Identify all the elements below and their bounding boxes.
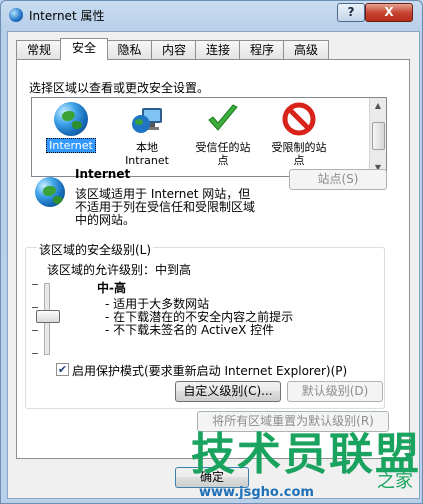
intranet-icon (132, 108, 162, 133)
zone-globe-icon (35, 177, 65, 207)
protected-mode-label[interactable]: 启用保护模式(要求重新启动 Internet Explorer)(P) (72, 362, 347, 379)
tab-advanced[interactable]: 高级 (283, 40, 329, 59)
tab-general[interactable]: 常规 (16, 40, 62, 59)
zone-trusted-label: 受信任的站 点 (195, 141, 251, 167)
zone-trusted-sites[interactable]: 受信任的站 点 (184, 100, 262, 167)
allowed-levels-text: 该区域的允许级别：中到高 (47, 263, 192, 277)
default-level-button[interactable]: 默认级别(D) (287, 381, 383, 402)
zone-internet[interactable]: Internet (32, 100, 110, 153)
zone-list: Internet 本地 Intranet 受信任的站 点 受限制的站 点 ▲ ▼ (31, 97, 387, 177)
window-title: Internet 属性 (29, 9, 105, 23)
tab-content[interactable]: 内容 (151, 40, 197, 59)
watermark-url: www.jsgho.com (199, 485, 314, 500)
zone-intranet-label: 本地 Intranet (125, 141, 169, 167)
tab-connections[interactable]: 连接 (195, 40, 241, 59)
zone-restricted-label: 受限制的站 点 (271, 141, 327, 167)
close-button[interactable]: X (365, 3, 413, 22)
internet-globe-icon (9, 8, 23, 22)
protected-mode-checkbox[interactable]: ✔ (56, 363, 69, 376)
restricted-icon (282, 102, 316, 136)
zone-info-title: Internet (75, 167, 131, 181)
scroll-up-arrow-icon[interactable]: ▲ (370, 98, 386, 114)
tab-privacy[interactable]: 隐私 (106, 40, 153, 59)
custom-level-button[interactable]: 自定义级别(C)... (175, 381, 281, 402)
tab-security[interactable]: 安全 (60, 38, 108, 60)
sites-button[interactable]: 站点(S) (289, 169, 387, 190)
help-button[interactable]: ? (337, 3, 365, 22)
check-icon (208, 104, 238, 131)
zone-info-line3: 中的网站。 (75, 213, 136, 227)
title-bar: Internet 属性 ? X (1, 1, 422, 31)
globe-icon (54, 102, 88, 136)
internet-properties-window: Internet 属性 ? X 常规 安全 隐私 内容 连接 程序 高级 选择区… (0, 0, 423, 504)
zone-restricted-sites[interactable]: 受限制的站 点 (260, 100, 338, 167)
zone-internet-label: Internet (46, 138, 96, 153)
security-level-group-label: 该区域的安全级别(L) (37, 241, 154, 258)
zone-list-scrollbar[interactable]: ▲ ▼ (369, 98, 386, 176)
security-level-slider-thumb[interactable] (36, 310, 60, 323)
tab-programs[interactable]: 程序 (239, 40, 285, 59)
zone-prompt: 选择区域以查看或更改安全设置。 (29, 81, 210, 95)
security-level-title: 中-高 (97, 281, 126, 295)
watermark-suffix: 之家 (377, 471, 413, 492)
zone-local-intranet[interactable]: 本地 Intranet (108, 100, 186, 167)
security-bullet-3: - 不下载未签名的 ActiveX 控件 (105, 323, 275, 337)
scroll-thumb[interactable] (372, 122, 385, 150)
